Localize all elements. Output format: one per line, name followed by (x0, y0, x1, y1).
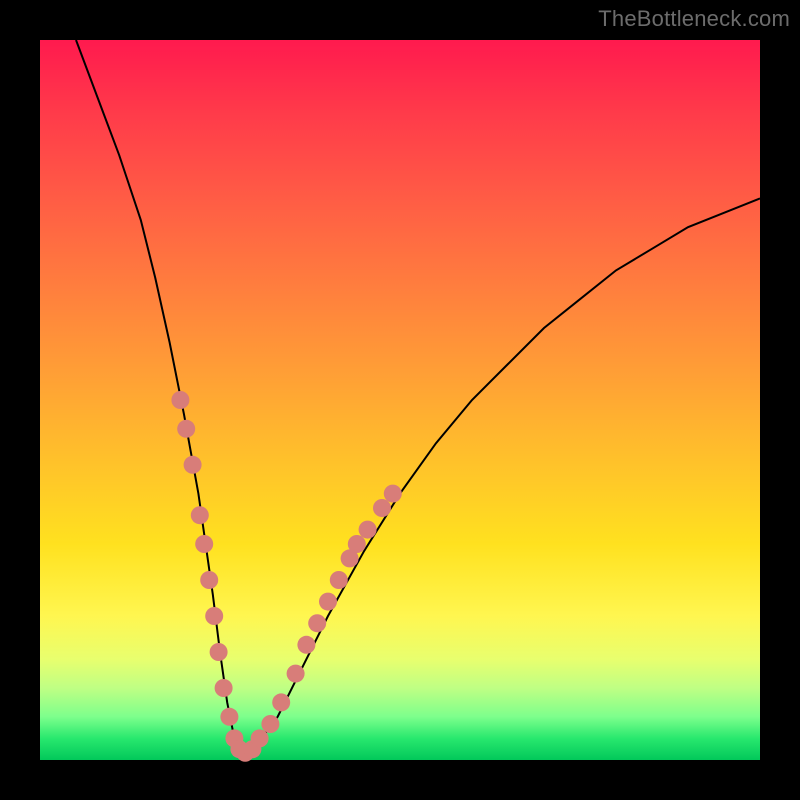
curve-marker (195, 535, 213, 553)
curve-marker (215, 679, 233, 697)
curve-marker (200, 571, 218, 589)
curve-marker (319, 593, 337, 611)
curve-marker (220, 708, 238, 726)
curve-marker (308, 614, 326, 632)
curve-marker (297, 636, 315, 654)
curve-marker (348, 535, 366, 553)
curve-marker (272, 693, 290, 711)
curve-marker (251, 729, 269, 747)
plot-area (40, 40, 760, 760)
curve-marker (171, 391, 189, 409)
curve-marker (184, 456, 202, 474)
watermark-text: TheBottleneck.com (598, 6, 790, 32)
curve-marker (205, 607, 223, 625)
curve-marker (373, 499, 391, 517)
chart-frame: TheBottleneck.com (0, 0, 800, 800)
curve-marker (191, 506, 209, 524)
curve-marker (261, 715, 279, 733)
curve-marker (210, 643, 228, 661)
curve-marker (177, 420, 195, 438)
curve-marker (359, 521, 377, 539)
curve-layer (40, 40, 760, 760)
curve-marker (384, 485, 402, 503)
curve-marker (287, 665, 305, 683)
marker-group (171, 391, 401, 762)
curve-marker (330, 571, 348, 589)
